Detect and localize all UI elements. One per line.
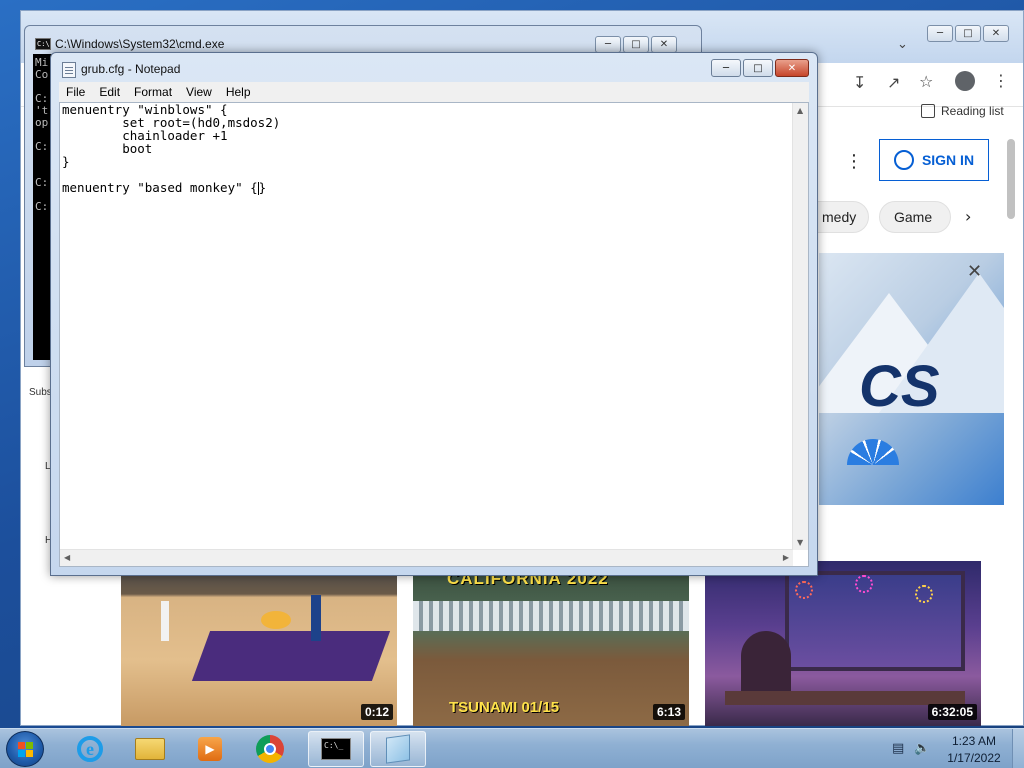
scroll-left-icon[interactable]: ◀ bbox=[64, 553, 70, 562]
video-thumbnail-basketball[interactable]: 0:12 bbox=[121, 561, 397, 726]
media-player-icon[interactable]: ▶ bbox=[182, 731, 238, 767]
download-icon[interactable]: ↧ bbox=[853, 73, 866, 92]
reading-list-label: Reading list bbox=[941, 104, 1004, 118]
minimize-icon[interactable]: ─ bbox=[595, 36, 621, 53]
maximize-icon[interactable]: □ bbox=[623, 36, 649, 53]
clock[interactable]: 1:23 AM 1/17/2022 bbox=[944, 733, 1004, 767]
harbor-boats bbox=[413, 601, 689, 631]
notepad-content: menuentry "winblows" { set root=(hd0,msd… bbox=[62, 103, 280, 195]
windows-logo-icon bbox=[18, 742, 34, 758]
account-icon bbox=[893, 150, 914, 170]
cmd-window-controls: ─ □ ✕ bbox=[595, 36, 677, 53]
bookmark-star-icon[interactable]: ☆ bbox=[919, 72, 933, 91]
video-overlay-subtitle: TSUNAMI 01/15 bbox=[449, 699, 560, 716]
menu-file[interactable]: File bbox=[59, 85, 92, 99]
reading-list-button[interactable]: Reading list bbox=[921, 104, 1004, 118]
firework-shape bbox=[795, 581, 813, 599]
notepad-icon bbox=[62, 62, 76, 78]
page-scrollbar[interactable] bbox=[1007, 139, 1015, 219]
scroll-up-icon[interactable]: ▲ bbox=[797, 106, 803, 115]
cmd-taskbar-icon[interactable]: C:\_ bbox=[308, 731, 364, 767]
sign-in-label: SIGN IN bbox=[921, 152, 975, 168]
clock-date: 1/17/2022 bbox=[947, 751, 1001, 765]
chip-label: Game bbox=[894, 209, 933, 225]
firework-shape bbox=[855, 575, 873, 593]
more-options-icon[interactable]: ⋮ bbox=[845, 151, 863, 172]
cmd-title: C:\Windows\System32\cmd.exe bbox=[55, 37, 225, 51]
maximize-icon[interactable]: □ bbox=[743, 59, 773, 77]
cmd-line: C: bbox=[35, 176, 49, 189]
close-icon[interactable]: ✕ bbox=[983, 25, 1009, 42]
menu-format[interactable]: Format bbox=[127, 85, 179, 99]
chrome-icon[interactable] bbox=[242, 731, 298, 767]
court-paint bbox=[191, 631, 391, 681]
banner-text: CS bbox=[859, 354, 940, 419]
notepad-title: grub.cfg - Notepad bbox=[81, 62, 181, 76]
internet-explorer-icon[interactable]: e bbox=[62, 731, 118, 767]
firework-shape bbox=[915, 585, 933, 603]
taskbar: e ▶ C:\_ ▤ 🔈 1:23 AM 1/17/2022 bbox=[0, 728, 1024, 768]
cmd-line: C: bbox=[35, 140, 49, 153]
scroll-down-icon[interactable]: ▼ bbox=[797, 538, 803, 547]
scroll-right-icon[interactable]: ▶ bbox=[783, 553, 789, 562]
horizontal-scrollbar[interactable]: ◀ ▶ bbox=[60, 549, 793, 566]
file-explorer-icon[interactable] bbox=[122, 731, 178, 767]
maximize-icon[interactable]: □ bbox=[955, 25, 981, 42]
notepad-text-area[interactable]: menuentry "winblows" { set root=(hd0,msd… bbox=[59, 102, 809, 567]
notepad-window-controls: ─ □ ✕ bbox=[711, 59, 809, 77]
cmd-line: C: bbox=[35, 200, 49, 213]
share-icon[interactable]: ↗ bbox=[887, 73, 900, 92]
desk-shape bbox=[725, 691, 965, 705]
notepad-window[interactable]: grub.cfg - Notepad ─ □ ✕ File Edit Forma… bbox=[50, 52, 818, 576]
profile-icon[interactable] bbox=[955, 71, 975, 91]
player-figure bbox=[311, 595, 321, 641]
close-icon[interactable]: ✕ bbox=[651, 36, 677, 53]
ad-banner[interactable]: CS bbox=[819, 253, 1004, 505]
chrome-menu-icon[interactable]: ⋮ bbox=[993, 71, 1009, 90]
menu-edit[interactable]: Edit bbox=[92, 85, 127, 99]
chevron-right-icon[interactable]: › bbox=[965, 207, 971, 226]
notepad-taskbar-icon[interactable] bbox=[370, 731, 426, 767]
minimize-icon[interactable]: ─ bbox=[927, 25, 953, 42]
cmd-line: op bbox=[35, 116, 49, 129]
player-figure bbox=[161, 601, 169, 641]
notepad-text-trailing: } bbox=[258, 180, 267, 195]
peacock-logo-icon bbox=[847, 439, 899, 465]
video-duration: 6:13 bbox=[652, 704, 685, 720]
minimize-icon[interactable]: ─ bbox=[711, 59, 741, 77]
chip-label: medy bbox=[822, 209, 857, 225]
court-logo bbox=[261, 611, 291, 629]
sign-in-button[interactable]: SIGN IN bbox=[879, 139, 989, 181]
video-duration: 0:12 bbox=[360, 704, 393, 720]
close-ad-icon[interactable]: ✕ bbox=[967, 261, 982, 282]
volume-icon[interactable]: 🔈 bbox=[914, 741, 930, 756]
menu-help[interactable]: Help bbox=[219, 85, 258, 99]
vertical-scrollbar[interactable]: ▲ ▼ bbox=[792, 103, 808, 550]
video-thumbnail-tsunami[interactable]: CALIFORNIA 2022 TSUNAMI 01/15 6:13 bbox=[413, 561, 689, 726]
reading-list-icon bbox=[921, 104, 935, 118]
notepad-text: menuentry "winblows" { set root=(hd0,msd… bbox=[62, 102, 281, 195]
cmd-icon: C:\ bbox=[35, 38, 51, 50]
video-duration: 6:32:05 bbox=[927, 704, 977, 720]
video-thumbnail-lofi[interactable]: 6:32:05 bbox=[705, 561, 981, 726]
chevron-down-icon[interactable]: ⌄ bbox=[897, 37, 908, 52]
clock-time: 1:23 AM bbox=[951, 734, 997, 748]
sidebar-subscriptions[interactable]: Subs bbox=[29, 387, 52, 398]
chip-gaming[interactable]: Game bbox=[879, 201, 951, 233]
start-button[interactable] bbox=[6, 731, 44, 767]
close-icon[interactable]: ✕ bbox=[775, 59, 809, 77]
notepad-menubar: File Edit Format View Help bbox=[59, 82, 809, 102]
cmd-line: Co bbox=[35, 68, 49, 81]
chrome-window-controls: ─ □ ✕ bbox=[927, 25, 1009, 42]
menu-view[interactable]: View bbox=[179, 85, 219, 99]
network-icon[interactable]: ▤ bbox=[892, 741, 904, 756]
show-desktop-button[interactable] bbox=[1012, 729, 1024, 768]
